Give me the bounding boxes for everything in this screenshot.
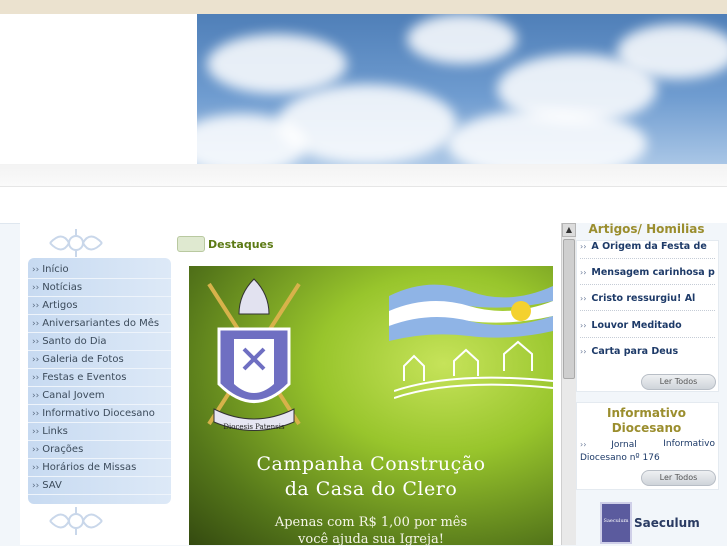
artigos-ler-todos-button[interactable]: Ler Todos [641, 374, 716, 390]
divider [580, 284, 715, 285]
informativo-link[interactable]: ›› Jornal Informativo Diocesano nº 176 [580, 438, 715, 465]
houses-icon [394, 340, 553, 399]
seal-text: Diocesis Patensis [223, 423, 285, 431]
artigos-title: Artigos/ Homilias [588, 222, 705, 236]
campaign-subline-2: você ajuda sua Igreja! [298, 532, 444, 545]
informativo-ler-todos-button[interactable]: Ler Todos [641, 470, 716, 486]
separator-band [0, 164, 727, 187]
destaques-title: Destaques [208, 238, 274, 251]
top-strip [0, 0, 727, 14]
artigo-link-1[interactable]: ›› A Origem da Festa de [580, 241, 715, 252]
artigo-link-5[interactable]: ›› Carta para Deus [580, 346, 715, 357]
artigo-link-2[interactable]: ›› Mensagem carinhosa p [580, 267, 715, 278]
menu-item-galeria[interactable]: ›› Galeria de Fotos [28, 351, 171, 369]
menu-item-artigos[interactable]: ›› Artigos [28, 297, 171, 315]
coat-of-arms-icon [207, 278, 301, 431]
featured-banner[interactable]: Diocesis Patensis Campanha Construção da… [189, 266, 553, 545]
menu-item-sav[interactable]: ›› SAV [28, 477, 171, 495]
menu-item-informativo[interactable]: ›› Informativo Diocesano [28, 405, 171, 423]
menu-item-oracoes[interactable]: ›› Orações [28, 441, 171, 459]
menu-item-santo-do-dia[interactable]: ›› Santo do Dia [28, 333, 171, 351]
artigo-link-4[interactable]: ›› Louvor Meditado [580, 320, 715, 331]
vertical-scrollbar[interactable]: ▲ [561, 223, 576, 545]
saeculum-title[interactable]: Saeculum [634, 516, 700, 530]
campaign-headline-2: da Casa do Clero [284, 478, 458, 500]
divider [580, 310, 715, 311]
informativo-title-2: Diocesano [611, 421, 682, 435]
destaques-icon [177, 236, 205, 252]
sky-banner [197, 14, 727, 164]
divider [580, 337, 715, 338]
ornament-icon [49, 507, 103, 535]
menu-item-noticias[interactable]: ›› Notícias [28, 279, 171, 297]
menu-item-aniversariantes[interactable]: ›› Aniversariantes do Mês [28, 315, 171, 333]
header-blank [0, 14, 197, 164]
empty-band [0, 187, 727, 223]
saeculum-logo[interactable]: Saeculum [600, 502, 632, 544]
menu-item-horarios[interactable]: ›› Horários de Missas [28, 459, 171, 477]
scroll-up-arrow-icon[interactable]: ▲ [562, 223, 576, 237]
menu-item-festas[interactable]: ›› Festas e Eventos [28, 369, 171, 387]
campaign-subline-1: Apenas com R$ 1,00 por mês [274, 515, 468, 530]
ornament-icon [49, 229, 103, 257]
campaign-headline-1: Campanha Construção [256, 453, 486, 475]
informativo-title-1: Informativo [607, 406, 686, 420]
artigo-link-3[interactable]: ›› Cristo ressurgiu! Al [580, 293, 715, 304]
menu-item-inicio[interactable]: ›› Início [28, 261, 171, 279]
saeculum-logo-text: Saeculum [603, 518, 629, 524]
divider [580, 258, 715, 259]
menu-item-canal-jovem[interactable]: ›› Canal Jovem [28, 387, 171, 405]
main-menu: ›› Início ›› Notícias ›› Artigos ›› Aniversa… [28, 258, 171, 504]
menu-item-links[interactable]: ›› Links [28, 423, 171, 441]
scroll-thumb[interactable] [563, 239, 575, 379]
artigos-box [576, 240, 719, 392]
